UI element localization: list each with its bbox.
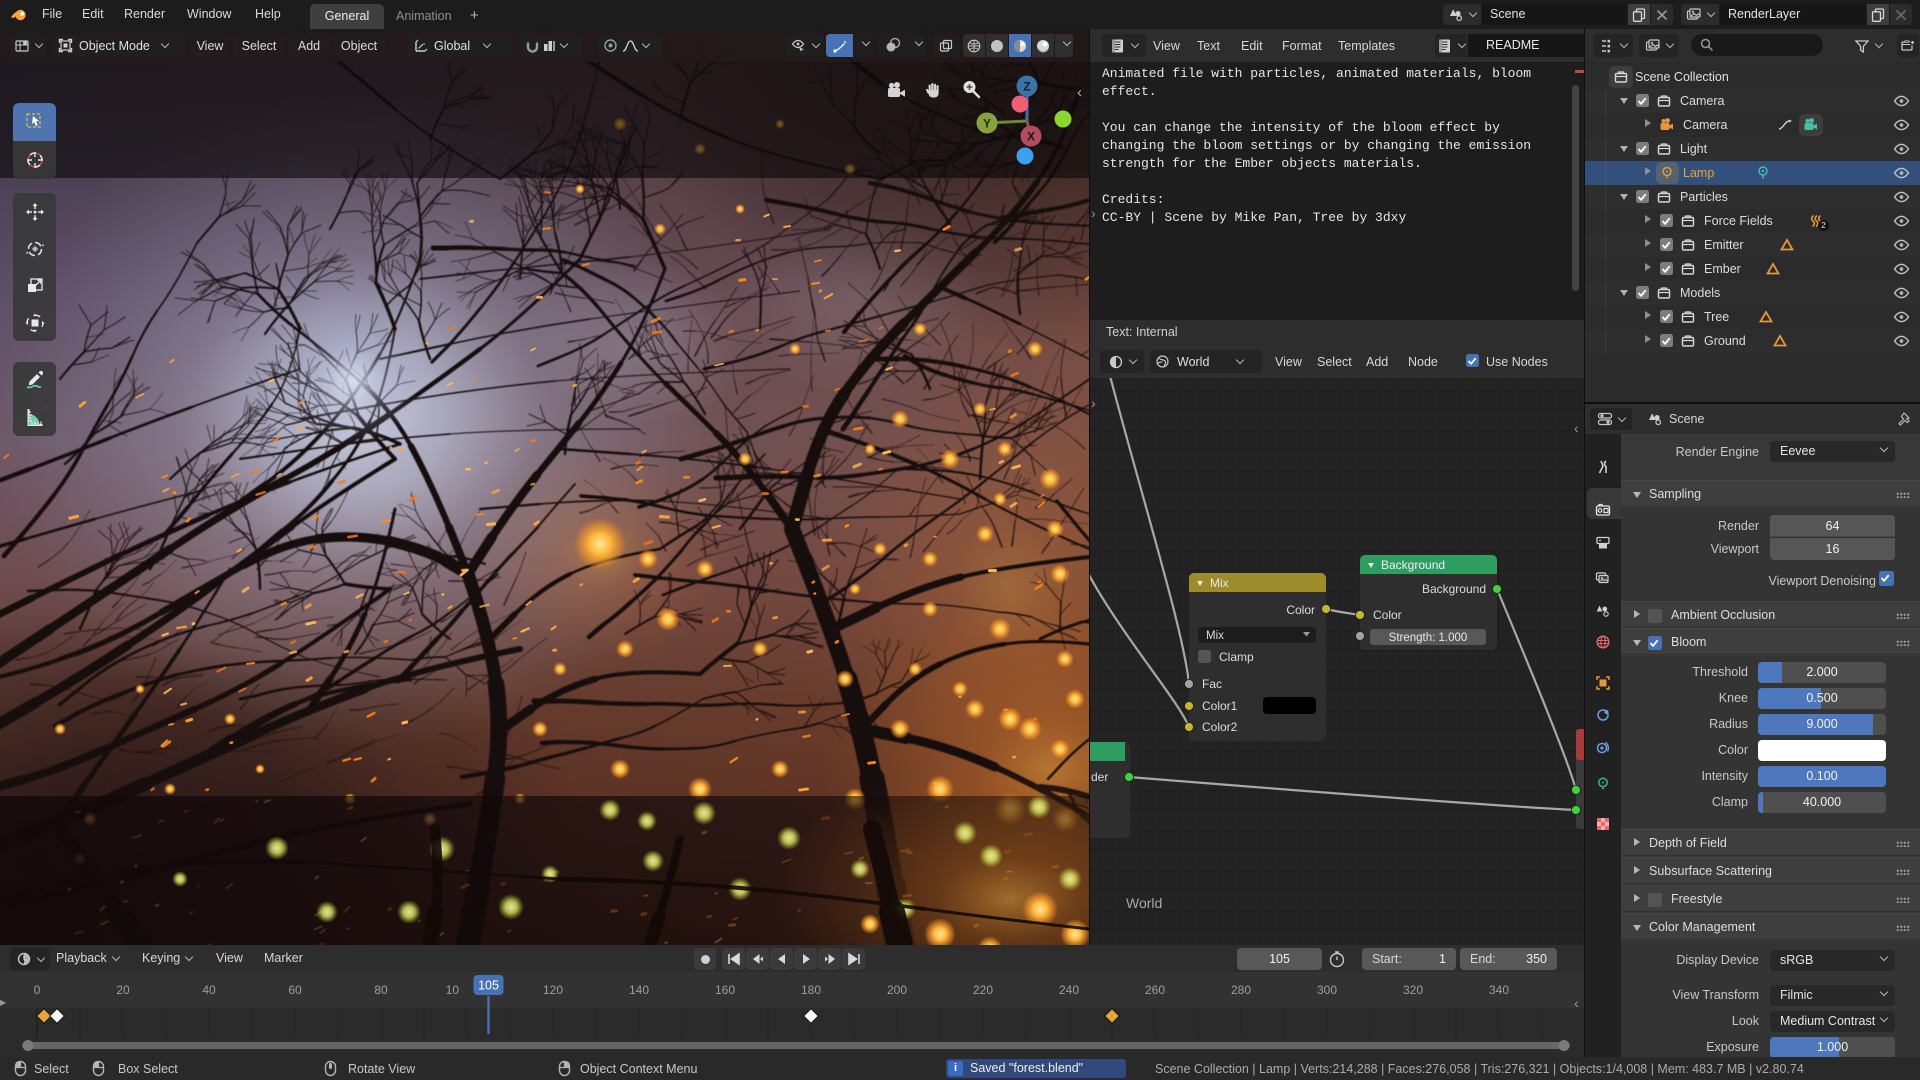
svg-text:200: 200: [887, 983, 907, 997]
svg-text:40: 40: [202, 983, 216, 997]
svg-text:0: 0: [34, 983, 41, 997]
svg-text:260: 260: [1145, 983, 1165, 997]
svg-text:Fac: Fac: [1202, 677, 1222, 691]
svg-text:Color1: Color1: [1202, 699, 1238, 713]
svg-text:Color: Color: [1373, 608, 1402, 622]
svg-text:Mix: Mix: [1210, 576, 1229, 590]
svg-text:220: 220: [973, 983, 993, 997]
svg-text:80: 80: [374, 983, 388, 997]
svg-text:10: 10: [446, 983, 460, 997]
svg-text:Color2: Color2: [1202, 720, 1238, 734]
svg-text:180: 180: [801, 983, 821, 997]
svg-text:Color: Color: [1286, 603, 1315, 617]
svg-text:World: World: [1126, 895, 1162, 911]
svg-text:Strength: 1.000: Strength: 1.000: [1389, 632, 1468, 644]
svg-text:X: X: [1027, 130, 1035, 144]
svg-text:300: 300: [1317, 983, 1337, 997]
svg-text:280: 280: [1231, 983, 1251, 997]
svg-text:20: 20: [116, 983, 130, 997]
svg-text:Clamp: Clamp: [1219, 650, 1254, 664]
svg-text:der: der: [1091, 770, 1108, 784]
svg-text:Mix: Mix: [1206, 630, 1224, 642]
svg-text:140: 140: [629, 983, 649, 997]
svg-text:Y: Y: [983, 117, 991, 131]
svg-text:320: 320: [1403, 983, 1423, 997]
svg-text:105: 105: [478, 979, 499, 993]
svg-text:Background: Background: [1422, 582, 1486, 596]
svg-text:Z: Z: [1023, 80, 1030, 94]
svg-text:340: 340: [1489, 983, 1509, 997]
svg-text:Background: Background: [1381, 558, 1445, 572]
svg-text:120: 120: [543, 983, 563, 997]
svg-text:240: 240: [1059, 983, 1079, 997]
svg-text:60: 60: [288, 983, 302, 997]
svg-text:160: 160: [715, 983, 735, 997]
